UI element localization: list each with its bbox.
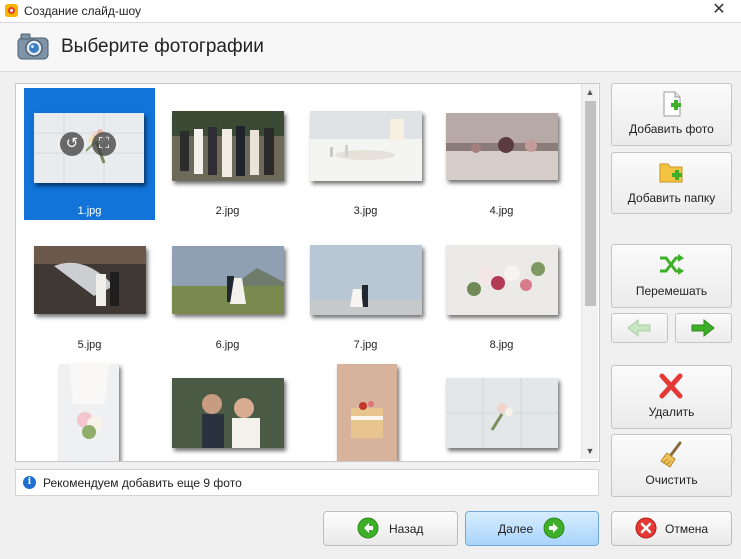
photo-thumbnail <box>172 378 284 448</box>
file-name: 3.jpg <box>353 205 378 217</box>
photo-thumbnail <box>310 111 422 181</box>
page-title: Выберите фотографии <box>61 36 264 57</box>
photo-thumbnail <box>446 245 558 315</box>
app-icon <box>5 4 18 17</box>
scroll-thumb[interactable] <box>585 101 596 306</box>
clear-label: Очистить <box>645 473 698 487</box>
window-close-button[interactable]: ✕ <box>697 0 741 22</box>
file-name: 8.jpg <box>489 339 514 351</box>
title-bar: Создание слайд-шоу ✕ <box>0 0 741 23</box>
cancel-icon <box>635 517 657 539</box>
photo-tile[interactable]: 4.jpg <box>436 88 567 220</box>
photo-tile[interactable]: 8.jpg <box>436 222 567 354</box>
photo-tile[interactable] <box>162 356 293 461</box>
photo-thumbnail <box>337 364 397 461</box>
photo-tile[interactable] <box>436 356 567 461</box>
photo-thumbnail <box>34 246 146 314</box>
back-label: Назад <box>389 522 424 536</box>
info-text: Рекомендуем добавить еще 9 фото <box>43 476 242 490</box>
back-arrow-icon <box>357 517 379 539</box>
next-arrow-icon <box>543 517 565 539</box>
shuffle-icon <box>660 254 684 275</box>
file-name: 1.jpg <box>77 205 102 217</box>
page-header: Выберите фотографии <box>0 23 741 72</box>
arrow-right-icon <box>691 318 715 338</box>
photo-thumbnail <box>446 378 558 448</box>
delete-x-icon <box>659 373 683 399</box>
file-name: 7.jpg <box>353 339 378 351</box>
photo-tile[interactable] <box>24 356 155 461</box>
photo-thumbnail <box>59 364 119 461</box>
move-right-button[interactable] <box>675 313 732 343</box>
arrow-left-icon <box>627 318 651 338</box>
photo-thumbnail <box>310 245 422 315</box>
file-name: 4.jpg <box>489 205 514 217</box>
rotate-icon[interactable]: ↺ <box>60 132 84 156</box>
photo-tile[interactable]: 3.jpg <box>300 88 431 220</box>
delete-button[interactable]: Удалить <box>611 365 732 429</box>
info-icon: i <box>23 476 36 489</box>
delete-label: Удалить <box>648 405 695 419</box>
add-photo-icon <box>663 91 681 117</box>
photo-tile[interactable]: 5.jpg <box>24 222 155 354</box>
photo-tile[interactable]: 2.jpg <box>162 88 293 220</box>
photo-tile[interactable]: 6.jpg <box>162 222 293 354</box>
photo-thumbnail <box>34 113 144 183</box>
move-left-button[interactable] <box>611 313 668 343</box>
add-photo-label: Добавить фото <box>629 122 714 136</box>
add-folder-button[interactable]: Добавить папку <box>611 152 732 214</box>
photo-gallery[interactable]: ↺ ⛶ 1.jpg 2.jpg 3.jpg 4.jpg 5.jpg 6.jpg … <box>15 83 600 462</box>
next-label: Далее <box>498 522 534 536</box>
back-button[interactable]: Назад <box>323 511 458 546</box>
scroll-down-button[interactable]: ▼ <box>582 443 598 459</box>
photo-tile[interactable] <box>300 356 431 461</box>
cancel-label: Отмена <box>665 522 709 536</box>
add-folder-label: Добавить папку <box>627 191 716 205</box>
next-button[interactable]: Далее <box>465 511 599 546</box>
window-title: Создание слайд-шоу <box>24 4 141 18</box>
scroll-up-button[interactable]: ▲ <box>582 84 598 100</box>
camera-icon <box>17 33 49 60</box>
add-photo-button[interactable]: Добавить фото <box>611 83 732 146</box>
file-name: 6.jpg <box>215 339 240 351</box>
shuffle-label: Перемешать <box>635 284 708 298</box>
photo-tile[interactable]: 7.jpg <box>300 222 431 354</box>
photo-thumbnail <box>446 113 558 180</box>
file-name: 2.jpg <box>215 205 240 217</box>
photo-thumbnail <box>172 246 284 314</box>
photo-thumbnail <box>172 111 284 181</box>
cancel-button[interactable]: Отмена <box>611 511 732 546</box>
crop-icon[interactable]: ⛶ <box>92 132 116 156</box>
gallery-scrollbar[interactable]: ▲ ▼ <box>581 84 598 459</box>
add-folder-icon <box>659 163 683 183</box>
file-name: 5.jpg <box>77 339 102 351</box>
clear-button[interactable]: Очистить <box>611 434 732 497</box>
shuffle-button[interactable]: Перемешать <box>611 244 732 308</box>
photo-tile[interactable]: ↺ ⛶ 1.jpg <box>24 88 155 220</box>
info-bar: i Рекомендуем добавить еще 9 фото <box>15 469 599 496</box>
broom-icon <box>660 441 682 468</box>
